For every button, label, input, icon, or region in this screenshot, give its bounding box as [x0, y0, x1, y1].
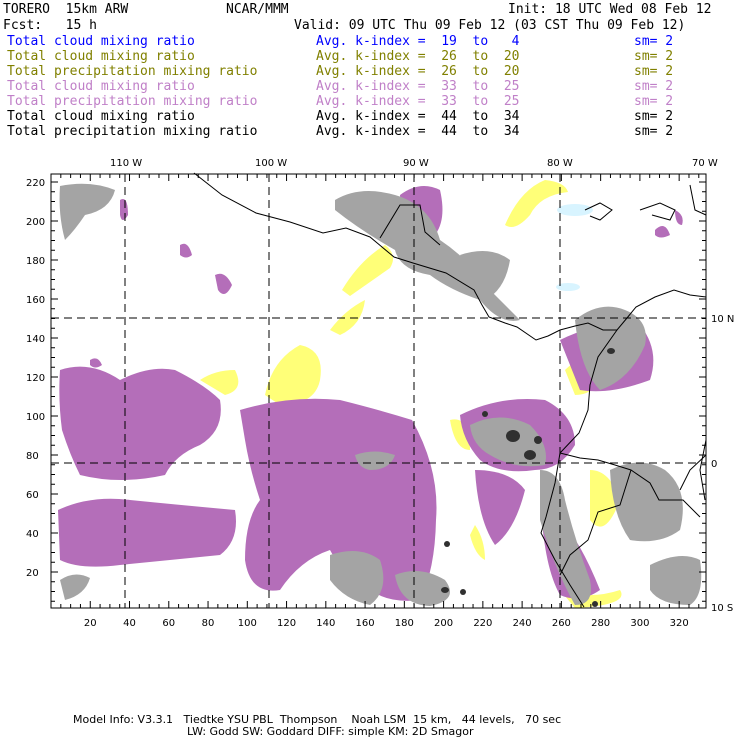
left-label: 140: [26, 334, 45, 345]
left-label: 20: [26, 568, 39, 579]
weather-plot: TORERO 15km ARW NCAR/MMM Init: 18 UTC We…: [0, 0, 740, 740]
left-label: 60: [26, 490, 39, 501]
right-label: 10 N: [711, 314, 734, 325]
top-label: 110 W: [110, 158, 142, 169]
left-label: 100: [26, 412, 45, 423]
bottom-label: 300: [630, 618, 649, 629]
map-svg: 110 W 100 W 90 W 80 W 70 W 10 N 0 10 S 2…: [26, 158, 734, 629]
top-label: 70 W: [692, 158, 718, 169]
cyan-field: [556, 204, 593, 291]
top-label: 80 W: [547, 158, 573, 169]
bottom-label: 100: [238, 618, 257, 629]
top-label: 100 W: [255, 158, 287, 169]
top-label: 90 W: [403, 158, 429, 169]
bottom-label: 40: [123, 618, 136, 629]
bottom-label: 180: [395, 618, 414, 629]
right-label: 0: [711, 459, 717, 470]
left-label: 40: [26, 529, 39, 540]
bottom-label: 160: [356, 618, 375, 629]
bottom-label: 260: [552, 618, 571, 629]
bottom-label: 200: [434, 618, 453, 629]
bottom-label: 240: [513, 618, 532, 629]
right-label: 10 S: [711, 603, 733, 614]
bottom-label: 320: [670, 618, 689, 629]
bottom-label: 20: [84, 618, 97, 629]
cloud-fields: [58, 180, 702, 608]
bottom-label: 120: [277, 618, 296, 629]
left-label: 120: [26, 373, 45, 384]
model-physics: LW: Godd SW: Goddard DIFF: simple KM: 2D…: [187, 725, 474, 738]
left-label: 180: [26, 256, 45, 267]
left-label: 80: [26, 451, 39, 462]
bottom-label: 80: [202, 618, 215, 629]
bottom-label: 280: [591, 618, 610, 629]
bottom-label: 60: [162, 618, 175, 629]
left-label: 220: [26, 178, 45, 189]
left-label: 160: [26, 295, 45, 306]
left-label: 200: [26, 217, 45, 228]
bottom-label: 220: [473, 618, 492, 629]
bottom-label: 140: [316, 618, 335, 629]
